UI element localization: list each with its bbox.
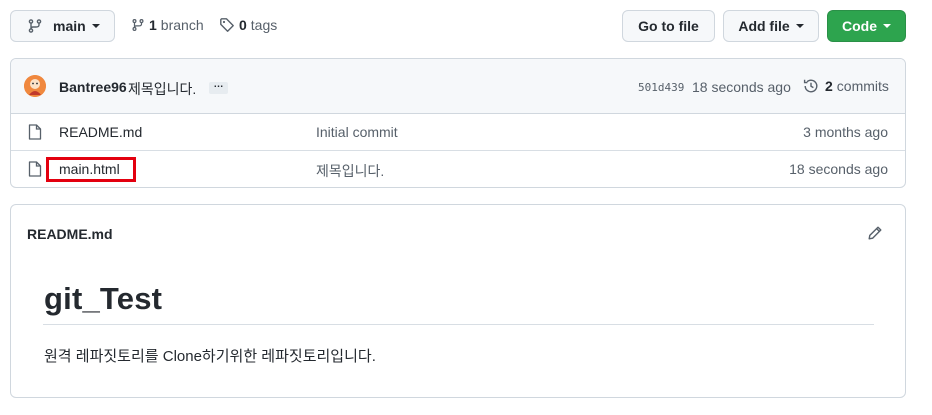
go-to-file-button[interactable]: Go to file [622, 10, 715, 42]
highlight-box [46, 157, 136, 182]
readme-body-text: 원격 레파짓토리를 Clone하기위한 레파짓토리입니다. [44, 348, 376, 365]
commits-history-link[interactable]: 2 commits [803, 78, 889, 94]
add-file-button[interactable]: Add file [723, 10, 819, 42]
tag-icon [220, 18, 234, 32]
git-branch-icon [132, 19, 144, 31]
file-age: 18 seconds ago [789, 161, 888, 177]
code-button[interactable]: Code [827, 10, 906, 42]
tags-link[interactable]: 0 tags [219, 17, 277, 33]
file-commit-message-link[interactable]: Initial commit [316, 124, 398, 140]
code-label: Code [842, 18, 877, 34]
file-age: 3 months ago [803, 124, 888, 140]
add-file-label: Add file [738, 18, 790, 34]
file-browser: Bantree96 제목입니다. … 501d439 18 seconds ag… [10, 58, 906, 188]
branch-selector-button[interactable]: main [10, 10, 115, 42]
tag-count: 0 [239, 17, 247, 33]
readme-heading: git_Test [44, 281, 163, 316]
file-name-link[interactable]: README.md [59, 124, 142, 140]
chevron-down-icon [795, 24, 804, 28]
commit-sha-link[interactable]: 501d439 [638, 81, 684, 94]
pencil-icon[interactable] [867, 225, 883, 241]
branch-count: 1 [149, 17, 157, 33]
file-row: README.md Initial commit 3 months ago [11, 114, 905, 151]
branch-name: main [53, 18, 86, 34]
git-branch-icon [28, 19, 42, 33]
chevron-down-icon [883, 24, 891, 28]
branches-link[interactable]: 1 branch [131, 17, 204, 33]
go-to-file-label: Go to file [638, 18, 699, 34]
commit-count: 2 [825, 78, 833, 94]
commit-age: 18 seconds ago [692, 79, 791, 95]
commit-count-label: commits [836, 78, 889, 94]
commit-message-link[interactable]: 제목입니다. [128, 79, 196, 99]
file-icon [28, 124, 42, 140]
heading-divider [43, 324, 874, 325]
file-icon [28, 161, 42, 177]
readme-panel: README.md git_Test 원격 레파짓토리를 Clone하기위한 레… [10, 204, 906, 398]
readme-filename: README.md [27, 226, 113, 242]
history-icon [803, 79, 818, 93]
chevron-down-icon [91, 24, 100, 28]
expand-commit-message-button[interactable]: … [209, 80, 228, 94]
avatar[interactable] [24, 75, 46, 97]
commit-author-link[interactable]: Bantree96 [59, 79, 127, 95]
branch-label: branch [160, 17, 204, 33]
latest-commit-row: Bantree96 제목입니다. … 501d439 18 seconds ag… [11, 59, 905, 114]
file-commit-message-link[interactable]: 제목입니다. [316, 161, 384, 181]
tag-label: tags [250, 17, 278, 33]
file-row: main.html 제목입니다. 18 seconds ago [11, 151, 905, 187]
